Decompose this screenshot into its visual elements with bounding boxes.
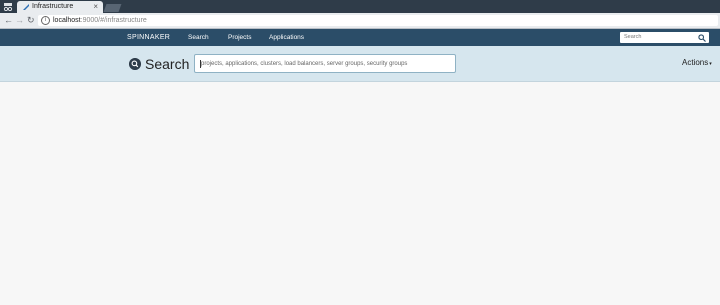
back-arrow-icon[interactable]: ← [4,15,13,26]
address-bar: ← → ↻ i localhost:9000/#/infrastructure [0,13,720,29]
search-icon [129,58,141,70]
brand-logo[interactable]: SPINNAKER [127,29,170,46]
url-path: :9000/#/infrastructure [80,17,147,24]
header-search-placeholder: Search [624,34,642,40]
search-icon[interactable] [698,34,706,42]
favicon-icon [23,4,29,10]
header-search-input[interactable]: Search [620,32,709,43]
browser-tab[interactable]: Infrastructure × [17,1,103,13]
page-title: Search [145,56,190,72]
url-text: localhost:9000/#/infrastructure [53,15,147,26]
url-field[interactable]: i localhost:9000/#/infrastructure [38,15,718,26]
forward-arrow-icon[interactable]: → [15,15,24,26]
url-host: localhost [53,17,81,24]
close-icon[interactable]: × [93,1,98,13]
new-tab-button[interactable] [103,4,122,12]
nav-link-search[interactable]: Search [188,29,209,46]
search-placeholder: projects, applications, clusters, load b… [201,61,408,67]
app-header: SPINNAKER Search Projects Applications S… [0,29,720,46]
search-input[interactable]: projects, applications, clusters, load b… [194,54,456,73]
info-icon[interactable]: i [41,16,50,25]
actions-label: Actions [682,58,709,67]
nav-link-projects[interactable]: Projects [228,29,251,46]
browser-tab-strip: Infrastructure × [0,0,720,13]
incognito-icon [3,3,13,11]
actions-dropdown[interactable]: Actions▾ [682,58,712,69]
nav-link-applications[interactable]: Applications [269,29,304,46]
search-header: Search projects, applications, clusters,… [0,46,720,82]
chevron-down-icon: ▾ [709,61,712,67]
reload-icon[interactable]: ↻ [27,15,35,26]
content-area [0,82,720,305]
tab-title: Infrastructure [32,3,74,10]
